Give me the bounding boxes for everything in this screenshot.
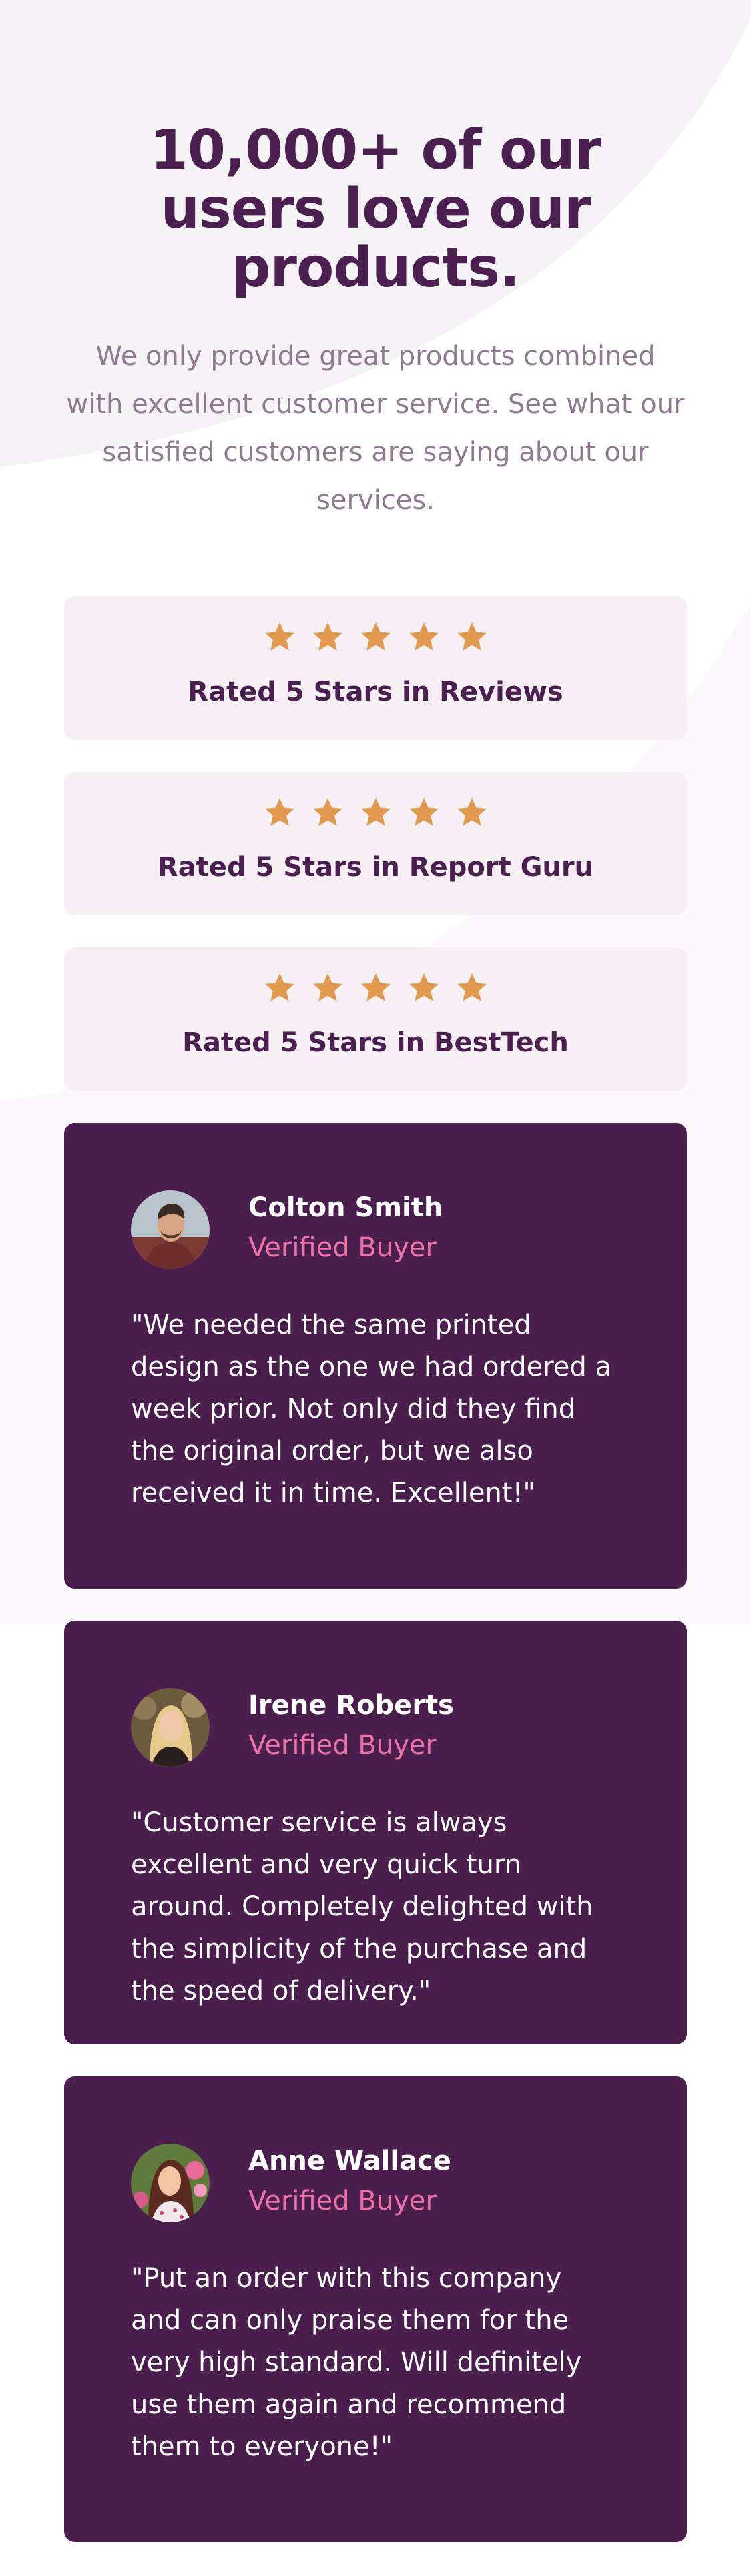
star-icon: [409, 798, 439, 826]
testimonial-quote: "Put an order with this company and can …: [131, 2263, 582, 2462]
star-rating: [64, 971, 687, 1007]
star-icon: [457, 798, 487, 826]
star-icon: [409, 973, 439, 1001]
person-info: Anne Wallace Verified Buyer: [248, 2143, 451, 2223]
star-icon: [360, 973, 391, 1001]
rating-label: Rated 5 Stars in Report Guru: [157, 852, 594, 883]
intro-text: We only provide great products combined …: [66, 341, 685, 516]
star-icon: [360, 622, 391, 651]
star-icon: [264, 973, 294, 1001]
reviewer-name: Anne Wallace: [248, 2146, 451, 2176]
star-icon: [312, 622, 342, 651]
rating-card-besttech: Rated 5 Stars in BestTech: [64, 947, 687, 1091]
avatar-image: [131, 1190, 210, 1269]
reviewer-name: Irene Roberts: [248, 1690, 454, 1721]
testimonial-header: Colton Smith Verified Buyer: [131, 1190, 620, 1270]
testimonial-quote: "We needed the same printed design as th…: [131, 1310, 611, 1509]
avatar-image: [131, 1688, 210, 1767]
testimonials-list: Colton Smith Verified Buyer "We needed t…: [64, 1123, 687, 2542]
person-info: Colton Smith Verified Buyer: [248, 1190, 443, 1270]
avatar: [131, 1688, 210, 1767]
star-icon: [264, 798, 294, 826]
star-icon: [457, 973, 487, 1001]
page-content: 10,000+ of our users love our products. …: [0, 0, 751, 2542]
page-title: 10,000+ of our users love our products.: [150, 119, 601, 300]
testimonial-card: Colton Smith Verified Buyer "We needed t…: [64, 1123, 687, 1589]
testimonial-header: Irene Roberts Verified Buyer: [131, 1687, 620, 1767]
rating-card-reviews: Rated 5 Stars in Reviews: [64, 596, 687, 740]
rating-label: Rated 5 Stars in Reviews: [188, 677, 563, 707]
avatar-image: [131, 2144, 210, 2222]
star-rating: [64, 796, 687, 832]
ratings-list: Rated 5 Stars in Reviews Rated 5 Stars i…: [64, 596, 687, 1091]
testimonial-card: Anne Wallace Verified Buyer "Put an orde…: [64, 2076, 687, 2542]
star-icon: [264, 622, 294, 651]
star-rating: [64, 620, 687, 657]
testimonial-header: Anne Wallace Verified Buyer: [131, 2143, 620, 2223]
verified-buyer-label: Verified Buyer: [248, 1232, 437, 1263]
avatar: [131, 2144, 210, 2222]
star-icon: [360, 798, 391, 826]
star-icon: [312, 798, 342, 826]
person-info: Irene Roberts Verified Buyer: [248, 1687, 454, 1767]
star-icon: [409, 622, 439, 651]
rating-card-report-guru: Rated 5 Stars in Report Guru: [64, 772, 687, 915]
reviewer-name: Colton Smith: [248, 1192, 443, 1223]
testimonial-quote: "Customer service is always excellent an…: [131, 1807, 593, 2006]
star-icon: [312, 973, 342, 1001]
star-icon: [457, 622, 487, 651]
verified-buyer-label: Verified Buyer: [248, 1730, 437, 1761]
avatar: [131, 1190, 210, 1269]
verified-buyer-label: Verified Buyer: [248, 2186, 437, 2216]
rating-label: Rated 5 Stars in BestTech: [182, 1027, 569, 1058]
testimonial-card: Irene Roberts Verified Buyer "Customer s…: [64, 1621, 687, 2044]
